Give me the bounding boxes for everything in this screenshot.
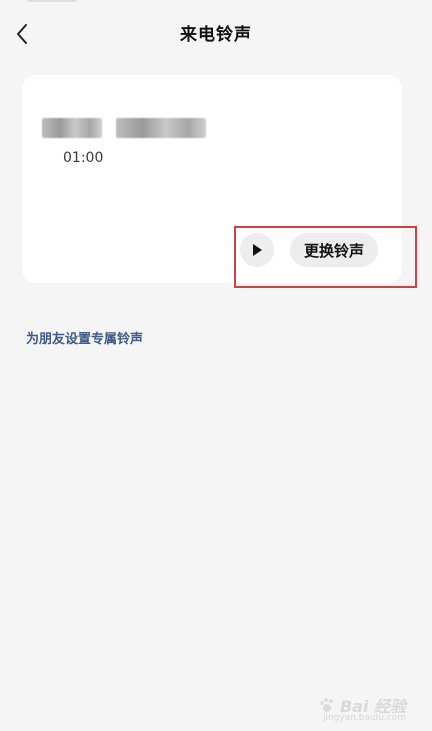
status-bar-fragment — [28, 0, 76, 2]
blurred-text — [116, 118, 206, 138]
blurred-text — [42, 118, 102, 138]
ringtone-duration: 01:00 — [63, 150, 104, 166]
ringtone-name-blurred — [42, 118, 206, 138]
ringtone-card: 01:00 更换铃声 — [22, 75, 402, 283]
paw-icon — [319, 698, 333, 712]
nav-bar: 来电铃声 — [0, 14, 432, 54]
ringtone-controls: 更换铃声 — [240, 233, 379, 267]
change-ringtone-button[interactable]: 更换铃声 — [290, 233, 379, 267]
watermark: Bai 经验 jingyan.baidu.com — [318, 693, 406, 723]
friend-ringtone-link[interactable]: 为朋友设置专属铃声 — [26, 328, 143, 347]
play-icon — [253, 244, 262, 256]
page-title: 来电铃声 — [180, 25, 252, 45]
play-button[interactable] — [240, 233, 274, 267]
watermark-subtext: jingyan.baidu.com — [322, 713, 406, 723]
